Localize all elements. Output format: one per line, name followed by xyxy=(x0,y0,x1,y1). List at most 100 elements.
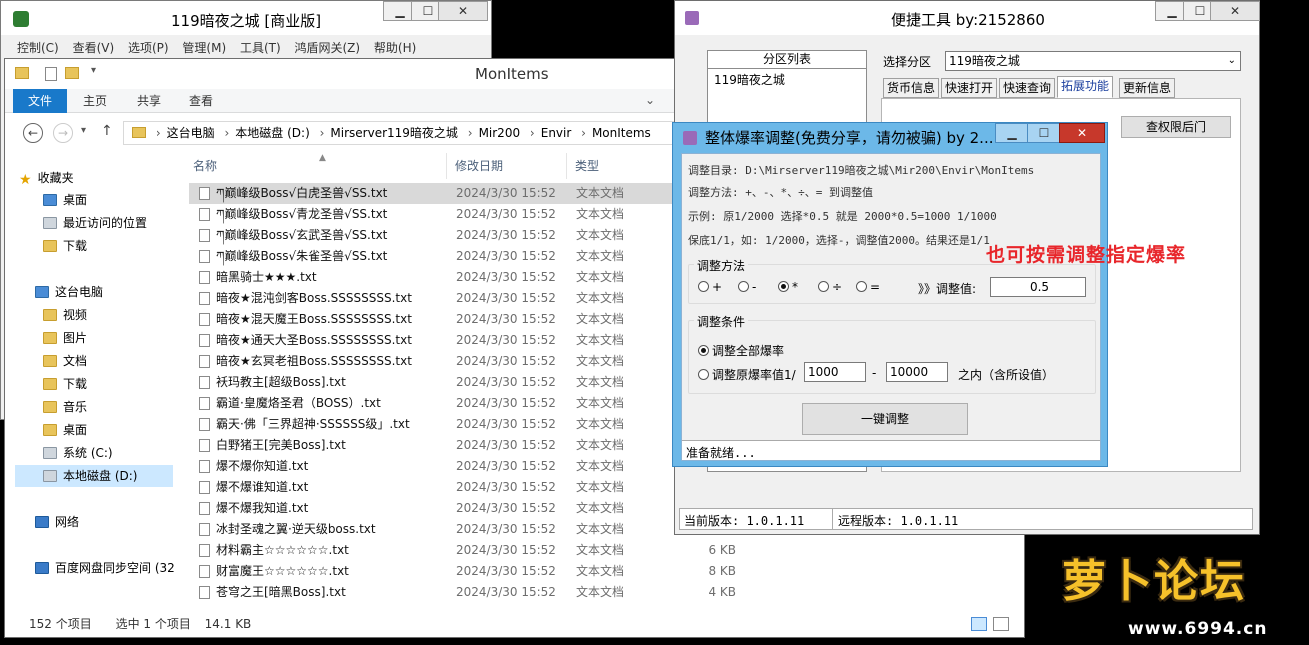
file-date: 2024/3/30 15:52 xyxy=(456,291,556,305)
new-folder-icon[interactable] xyxy=(65,67,79,79)
nav-desktop[interactable]: 桌面 xyxy=(43,189,87,211)
crumb-monitems[interactable]: MonItems xyxy=(592,126,651,140)
nav-downloads[interactable]: 下载 xyxy=(43,235,87,257)
tab-quick-query[interactable]: 快速查询 xyxy=(999,78,1056,98)
nav-thispc[interactable]: 这台电脑 xyxy=(35,281,103,303)
nav-network[interactable]: 网络 xyxy=(35,511,79,533)
nav-favorites[interactable]: ★ 收藏夹 xyxy=(19,167,74,189)
file-type: 文本文档 xyxy=(576,438,625,452)
logo-url: www.6994.cn xyxy=(1128,619,1268,639)
radio-icon xyxy=(698,369,709,380)
column-date[interactable]: 修改日期 xyxy=(447,153,567,179)
tab-extensions[interactable]: 拓展功能 xyxy=(1057,76,1114,98)
close-button[interactable]: ✕ xyxy=(1059,123,1105,143)
quick-access-dropdown-icon[interactable]: ▾ xyxy=(91,65,96,76)
tab-home[interactable]: 主页 xyxy=(83,89,107,113)
crumb-drive[interactable]: 本地磁盘 (D:) xyxy=(235,126,309,140)
details-view-icon[interactable] xyxy=(971,617,987,631)
partition-select[interactable]: 119暗夜之城 ⌄ xyxy=(945,51,1241,71)
menu-manage[interactable]: 管理(M) xyxy=(182,41,226,55)
properties-icon[interactable] xyxy=(45,67,57,81)
close-button[interactable]: ✕ xyxy=(438,1,488,21)
op-multiply[interactable]: * xyxy=(778,280,798,294)
menu-help[interactable]: 帮助(H) xyxy=(374,41,416,55)
explorer-title: MonItems xyxy=(475,65,549,83)
close-button[interactable]: ✕ xyxy=(1210,1,1260,21)
adjust-value-input[interactable]: 0.5 xyxy=(990,277,1086,297)
adjust-dir: 调整目录: D:\Mirserver119暗夜之城\Mir200\Envir\M… xyxy=(688,164,1035,177)
downloads-icon xyxy=(43,378,57,390)
text-file-icon xyxy=(199,250,210,263)
partition-item[interactable]: 119暗夜之城 xyxy=(708,69,866,90)
tab-file[interactable]: 文件 xyxy=(13,89,67,113)
menu-gateway[interactable]: 鸿盾网关(Z) xyxy=(295,41,361,55)
maximize-button[interactable]: ☐ xyxy=(1027,123,1061,143)
tab-currency[interactable]: 货币信息 xyxy=(883,78,940,98)
select-partition-label: 选择分区 xyxy=(883,55,932,69)
tab-update-info[interactable]: 更新信息 xyxy=(1119,78,1176,98)
column-type[interactable]: 类型 xyxy=(567,153,677,179)
nav-music[interactable]: 音乐 xyxy=(43,396,87,418)
opt-all-rates[interactable]: 调整全部爆率 xyxy=(698,342,784,359)
nav-downloads2[interactable]: 下载 xyxy=(43,373,87,395)
up-icon[interactable]: ↑ xyxy=(101,123,113,139)
range-to-input[interactable]: 10000 xyxy=(886,362,948,382)
back-icon[interactable]: ← xyxy=(23,123,43,143)
file-row[interactable]: 财富魔王☆☆☆☆☆☆.txt 2024/3/30 15:52 文本文档 8 KB xyxy=(189,561,829,582)
nav-pictures[interactable]: 图片 xyxy=(43,327,87,349)
crumb-envir[interactable]: Envir xyxy=(541,126,572,140)
crumb-mir200[interactable]: Mir200 xyxy=(479,126,521,140)
forward-icon[interactable]: → xyxy=(53,123,73,143)
method-group-label: 调整方法 xyxy=(694,257,749,274)
apply-button[interactable]: 一键调整 xyxy=(802,403,968,435)
file-name: 财富魔王☆☆☆☆☆☆.txt xyxy=(216,564,349,578)
annotation-text: 也可按需调整指定爆率 xyxy=(986,244,1187,266)
nav-baidu[interactable]: 百度网盘同步空间 (32 xyxy=(35,557,175,579)
tab-share[interactable]: 共享 xyxy=(137,89,161,113)
menu-control[interactable]: 控制(C) xyxy=(17,41,59,55)
radio-icon xyxy=(698,281,709,292)
opt-range-rates[interactable]: 调整原爆率值1/ xyxy=(698,366,796,383)
drive-icon xyxy=(43,447,57,459)
menu-tools[interactable]: 工具(T) xyxy=(240,41,281,55)
op-equals[interactable]: = xyxy=(856,280,880,294)
op-divide[interactable]: ÷ xyxy=(818,280,842,294)
file-type: 文本文档 xyxy=(576,375,625,389)
file-date: 2024/3/30 15:52 xyxy=(456,459,556,473)
condition-group-label: 调整条件 xyxy=(694,313,749,330)
status-bar: 152 个项目 选中 1 个项目 14.1 KB xyxy=(5,611,1024,637)
tab-quick-open[interactable]: 快速打开 xyxy=(941,78,998,98)
file-row[interactable]: 苍穹之王[暗黑Boss].txt 2024/3/30 15:52 文本文档 4 KB xyxy=(189,582,829,603)
crumb-thispc[interactable]: 这台电脑 xyxy=(167,126,215,140)
nav-documents[interactable]: 文档 xyxy=(43,350,87,372)
nav-videos[interactable]: 视频 xyxy=(43,304,87,326)
file-date: 2024/3/30 15:52 xyxy=(456,354,556,368)
crumb-server[interactable]: Mirserver119暗夜之城 xyxy=(330,126,458,140)
op-plus[interactable]: + xyxy=(698,280,722,294)
address-box[interactable]: › 这台电脑 › 本地磁盘 (D:) › Mirserver119暗夜之城 › Mir2… xyxy=(123,121,683,145)
ribbon-expand-icon[interactable]: ⌄ xyxy=(645,93,655,107)
file-date: 2024/3/30 15:52 xyxy=(456,522,556,536)
menu-options[interactable]: 选项(P) xyxy=(128,41,169,55)
check-backdoor-button[interactable]: 查权限后门 xyxy=(1121,116,1231,138)
folder-icon xyxy=(15,67,29,79)
dialog-client: 调整目录: D:\Mirserver119暗夜之城\Mir200\Envir\M… xyxy=(681,153,1101,461)
op-minus[interactable]: - xyxy=(738,280,756,294)
column-name[interactable]: 名称 xyxy=(185,153,447,179)
value-label: 》》调整值: xyxy=(918,282,977,296)
text-file-icon xyxy=(199,460,210,473)
star-icon: ★ xyxy=(19,172,32,188)
large-icons-view-icon[interactable] xyxy=(993,617,1009,631)
nav-system-c[interactable]: 系统 (C:) xyxy=(43,442,113,464)
nav-local-d[interactable]: 本地磁盘 (D:) xyxy=(15,465,173,487)
minimize-button[interactable]: ▁ xyxy=(995,123,1029,143)
file-row[interactable]: 材料霸主☆☆☆☆☆☆.txt 2024/3/30 15:52 文本文档 6 KB xyxy=(189,540,829,561)
nav-recent[interactable]: 最近访问的位置 xyxy=(43,212,147,234)
range-from-input[interactable]: 1000 xyxy=(804,362,866,382)
tab-view[interactable]: 查看 xyxy=(189,89,213,113)
server-window-title: 119暗夜之城 [商业版] xyxy=(171,12,322,30)
file-type: 文本文档 xyxy=(576,333,625,347)
nav-desktop2[interactable]: 桌面 xyxy=(43,419,87,441)
recent-dropdown-icon[interactable]: ▾ xyxy=(81,125,86,136)
menu-view[interactable]: 查看(V) xyxy=(73,41,115,55)
